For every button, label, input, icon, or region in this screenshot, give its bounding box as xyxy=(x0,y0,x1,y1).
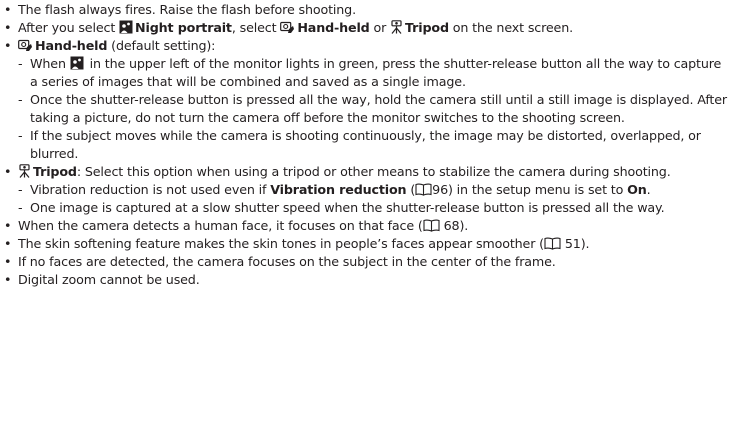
book-reference-icon xyxy=(423,219,440,232)
bullet-no-faces: • If no faces are detected, the camera f… xyxy=(4,253,729,271)
bullet-hand-held: • Hand-held (default setting): xyxy=(4,37,729,55)
bullet-text: After you select Night portrait, select … xyxy=(18,20,573,35)
bullet-marker: • xyxy=(4,2,12,17)
page-ref-number[interactable]: 51 xyxy=(565,236,581,251)
sub-item: - One image is captured at a slow shutte… xyxy=(18,199,729,217)
dash-marker: - xyxy=(18,92,23,107)
sub-item: - If the subject moves while the camera … xyxy=(18,127,729,163)
bullet-face-detect: • When the camera detects a human face, … xyxy=(4,217,729,235)
dash-marker: - xyxy=(18,182,23,197)
bullet-text: Tripod: Select this option when using a … xyxy=(18,163,729,181)
bullet-marker: • xyxy=(4,236,12,251)
night-portrait-icon xyxy=(119,20,133,34)
bullet-text: The skin softening feature makes the ski… xyxy=(18,236,590,251)
tripod-icon xyxy=(391,20,402,34)
sub-item-text: Vibration reduction is not used even if … xyxy=(30,182,651,197)
bullet-marker: • xyxy=(4,20,12,35)
bullet-marker: • xyxy=(4,254,12,269)
sub-item-text: When in the upper left of the monitor li… xyxy=(30,56,722,89)
manual-page: • The flash always fires. Raise the flas… xyxy=(0,0,729,289)
dash-marker: - xyxy=(18,200,23,215)
book-reference-icon xyxy=(544,237,561,250)
bullet-marker: • xyxy=(4,218,12,233)
tripod-icon xyxy=(19,164,30,178)
book-reference-icon xyxy=(415,183,432,196)
bullet-digital-zoom: • Digital zoom cannot be used. xyxy=(4,271,729,289)
bullet-skin-softening: • The skin softening feature makes the s… xyxy=(4,235,729,253)
night-portrait-icon xyxy=(70,56,84,70)
bullet-marker: • xyxy=(4,38,12,53)
sub-item-text: If the subject moves while the camera is… xyxy=(30,128,701,161)
bullet-text: The flash always fires. Raise the flash … xyxy=(18,2,356,17)
page-ref-number[interactable]: 68 xyxy=(444,218,460,233)
sub-item: - When in the upper left of the monitor … xyxy=(18,55,729,91)
bullet-text: Digital zoom cannot be used. xyxy=(18,272,200,287)
bullet-text: When the camera detects a human face, it… xyxy=(18,218,469,233)
dash-marker: - xyxy=(18,128,23,143)
bullet-tripod: • Tripod: Select this option when using … xyxy=(4,163,729,181)
bullet-marker: • xyxy=(4,272,12,287)
hand-held-icon xyxy=(18,39,32,51)
sub-item: - Once the shutter-release button is pre… xyxy=(18,91,729,127)
sub-item: - Vibration reduction is not used even i… xyxy=(18,181,729,199)
bullet-flash: • The flash always fires. Raise the flas… xyxy=(4,1,729,19)
bullet-text: If no faces are detected, the camera foc… xyxy=(18,254,556,269)
bullet-marker: • xyxy=(4,164,12,179)
sub-item-text: One image is captured at a slow shutter … xyxy=(30,200,665,215)
sub-item-text: Once the shutter-release button is press… xyxy=(30,92,727,125)
page-ref-number[interactable]: 96 xyxy=(432,182,448,197)
hand-held-icon xyxy=(280,21,295,33)
bullet-select-mode: • After you select Night portrait, selec… xyxy=(4,19,729,37)
dash-marker: - xyxy=(18,56,23,71)
bullet-text: Hand-held (default setting): xyxy=(18,37,729,55)
